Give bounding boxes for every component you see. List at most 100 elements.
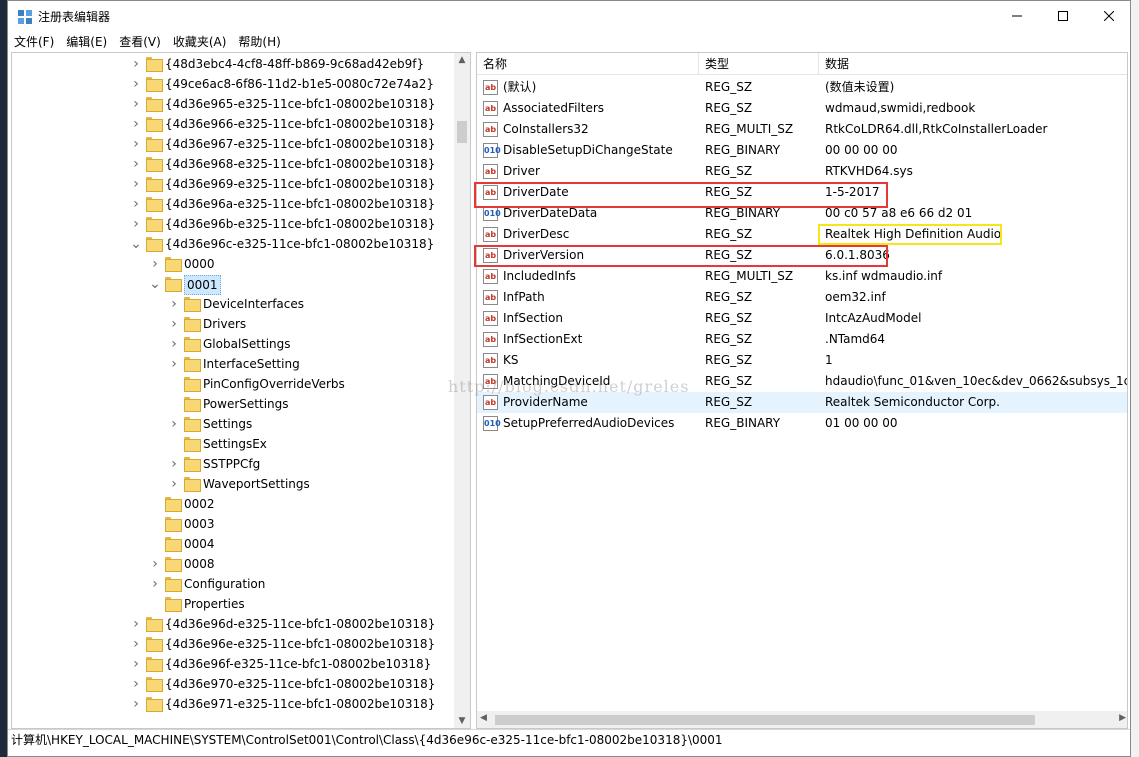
tree-node[interactable]: › 0008 bbox=[12, 554, 456, 574]
close-button[interactable] bbox=[1086, 1, 1132, 31]
chevron-right-icon[interactable]: › bbox=[149, 574, 161, 594]
value-row[interactable]: ab CoInstallers32 REG_MULTI_SZ RtkCoLDR64.d… bbox=[477, 119, 1127, 140]
menu-favorites[interactable]: 收藏夹(A) bbox=[167, 32, 233, 52]
scroll-right-icon[interactable]: ▶ bbox=[1119, 713, 1126, 723]
chevron-right-icon[interactable]: › bbox=[168, 334, 180, 354]
value-row[interactable]: ab InfPath REG_SZ oem32.inf bbox=[477, 287, 1127, 308]
tree-node[interactable]: 0003 bbox=[12, 514, 456, 534]
value-name: InfSectionExt bbox=[503, 332, 583, 346]
value-row[interactable]: ab AssociatedFilters REG_SZ wdmaud,swmidi,r… bbox=[477, 98, 1127, 119]
tree-node[interactable]: › {4d36e971-e325-11ce-bfc1-08002be10318} bbox=[12, 694, 456, 714]
chevron-right-icon[interactable]: › bbox=[130, 54, 142, 74]
value-row[interactable]: ab InfSection REG_SZ IntcAzAudModel bbox=[477, 308, 1127, 329]
folder-icon bbox=[146, 57, 163, 72]
tree-node[interactable]: › {4d36e96f-e325-11ce-bfc1-08002be10318} bbox=[12, 654, 456, 674]
title-bar[interactable]: 注册表编辑器 bbox=[8, 1, 1130, 32]
tree-node[interactable]: › {4d36e96a-e325-11ce-bfc1-08002be10318} bbox=[12, 194, 456, 214]
value-data: (数值未设置) bbox=[825, 80, 895, 94]
chevron-right-icon[interactable]: › bbox=[130, 674, 142, 694]
tree-node[interactable]: › {4d36e967-e325-11ce-bfc1-08002be10318} bbox=[12, 134, 456, 154]
scroll-down-icon[interactable]: ▼ bbox=[454, 716, 470, 726]
column-header-data[interactable]: 数据 bbox=[819, 53, 1127, 75]
column-header-name[interactable]: 名称 bbox=[477, 53, 699, 75]
tree-node[interactable]: › {48d3ebc4-4cf8-48ff-b869-9c68ad42eb9f} bbox=[12, 54, 456, 74]
menu-file[interactable]: 文件(F) bbox=[8, 32, 60, 52]
scroll-left-icon[interactable]: ◀ bbox=[480, 713, 487, 723]
chevron-right-icon[interactable]: › bbox=[130, 634, 142, 654]
tree-node[interactable]: › Drivers bbox=[12, 314, 456, 334]
scrollbar-thumb[interactable] bbox=[457, 121, 467, 143]
string-value-icon: ab bbox=[483, 80, 498, 95]
chevron-right-icon[interactable]: › bbox=[130, 74, 142, 94]
value-row[interactable]: 010 DisableSetupDiChangeState REG_BINARY 00… bbox=[477, 140, 1127, 161]
chevron-right-icon[interactable]: › bbox=[130, 614, 142, 634]
maximize-button[interactable] bbox=[1040, 1, 1086, 31]
chevron-right-icon[interactable]: › bbox=[130, 194, 142, 214]
value-row[interactable]: ab (默认) REG_SZ (数值未设置) bbox=[477, 77, 1127, 98]
chevron-right-icon[interactable]: › bbox=[168, 454, 180, 474]
chevron-right-icon[interactable]: › bbox=[130, 214, 142, 234]
menu-view[interactable]: 查看(V) bbox=[113, 32, 167, 52]
tree-node[interactable]: › {4d36e96d-e325-11ce-bfc1-08002be10318} bbox=[12, 614, 456, 634]
scrollbar-thumb[interactable] bbox=[495, 715, 1035, 725]
tree-node[interactable]: 0002 bbox=[12, 494, 456, 514]
value-name: KS bbox=[503, 353, 519, 367]
value-row[interactable]: ab InfSectionExt REG_SZ .NTamd64 bbox=[477, 329, 1127, 350]
chevron-right-icon[interactable]: › bbox=[130, 694, 142, 714]
chevron-right-icon[interactable]: › bbox=[130, 94, 142, 114]
value-row[interactable]: ab IncludedInfs REG_MULTI_SZ ks.inf wdmaudi… bbox=[477, 266, 1127, 287]
chevron-right-icon[interactable]: › bbox=[168, 294, 180, 314]
chevron-down-icon[interactable]: ⌄ bbox=[149, 274, 161, 294]
list-header: 名称 类型 数据 bbox=[477, 53, 1127, 75]
column-header-type[interactable]: 类型 bbox=[699, 53, 819, 75]
string-value-icon: ab bbox=[483, 269, 498, 284]
string-value-icon: ab bbox=[483, 332, 498, 347]
chevron-right-icon[interactable]: › bbox=[168, 474, 180, 494]
tree-node[interactable]: › 0000 bbox=[12, 254, 456, 274]
chevron-right-icon[interactable]: › bbox=[168, 314, 180, 334]
tree-node[interactable]: › {4d36e96e-e325-11ce-bfc1-08002be10318} bbox=[12, 634, 456, 654]
value-row[interactable]: ab DriverDesc REG_SZ Realtek High Definitio… bbox=[477, 224, 1127, 245]
tree-node[interactable]: › {4d36e970-e325-11ce-bfc1-08002be10318} bbox=[12, 674, 456, 694]
value-row[interactable]: 010 SetupPreferredAudioDevices REG_BINARY 0… bbox=[477, 413, 1127, 434]
scroll-up-icon[interactable]: ▲ bbox=[454, 55, 470, 65]
value-type: REG_SZ bbox=[705, 101, 753, 115]
chevron-right-icon[interactable]: › bbox=[130, 654, 142, 674]
value-row[interactable]: ab KS REG_SZ 1 bbox=[477, 350, 1127, 371]
tree-node[interactable]: SettingsEx bbox=[12, 434, 456, 454]
tree-node[interactable]: › {4d36e96b-e325-11ce-bfc1-08002be10318} bbox=[12, 214, 456, 234]
chevron-right-icon[interactable]: › bbox=[130, 154, 142, 174]
chevron-right-icon[interactable]: › bbox=[168, 414, 180, 434]
tree-node[interactable]: › InterfaceSetting bbox=[12, 354, 456, 374]
tree-node[interactable]: › GlobalSettings bbox=[12, 334, 456, 354]
tree-node[interactable]: › {49ce6ac8-6f86-11d2-b1e5-0080c72e74a2} bbox=[12, 74, 456, 94]
chevron-right-icon[interactable]: › bbox=[130, 114, 142, 134]
tree-node[interactable]: › Configuration bbox=[12, 574, 456, 594]
chevron-right-icon[interactable]: › bbox=[130, 174, 142, 194]
menu-edit[interactable]: 编辑(E) bbox=[60, 32, 113, 52]
tree-node[interactable]: › {4d36e966-e325-11ce-bfc1-08002be10318} bbox=[12, 114, 456, 134]
chevron-down-icon[interactable]: ⌄ bbox=[130, 234, 142, 254]
tree-node[interactable]: › Settings bbox=[12, 414, 456, 434]
minimize-button[interactable] bbox=[994, 1, 1040, 31]
tree-node[interactable]: › SSTPPCfg bbox=[12, 454, 456, 474]
tree-node[interactable]: PowerSettings bbox=[12, 394, 456, 414]
tree-node[interactable]: › {4d36e968-e325-11ce-bfc1-08002be10318} bbox=[12, 154, 456, 174]
menu-help[interactable]: 帮助(H) bbox=[232, 32, 286, 52]
tree-node-label: {4d36e965-e325-11ce-bfc1-08002be10318} bbox=[165, 97, 436, 111]
value-row[interactable]: ab Driver REG_SZ RTKVHD64.sys bbox=[477, 161, 1127, 182]
tree-node[interactable]: 0004 bbox=[12, 534, 456, 554]
tree-node[interactable]: Properties bbox=[12, 594, 456, 614]
chevron-right-icon[interactable]: › bbox=[168, 354, 180, 374]
chevron-right-icon[interactable]: › bbox=[149, 254, 161, 274]
tree-node[interactable]: PinConfigOverrideVerbs bbox=[12, 374, 456, 394]
tree-node[interactable]: › DeviceInterfaces bbox=[12, 294, 456, 314]
tree-node[interactable]: › {4d36e969-e325-11ce-bfc1-08002be10318} bbox=[12, 174, 456, 194]
tree-node[interactable]: › {4d36e965-e325-11ce-bfc1-08002be10318} bbox=[12, 94, 456, 114]
tree-node[interactable]: › WaveportSettings bbox=[12, 474, 456, 494]
chevron-right-icon[interactable]: › bbox=[149, 554, 161, 574]
tree-node[interactable]: ⌄ 0001 bbox=[12, 274, 456, 295]
tree-node[interactable]: ⌄ {4d36e96c-e325-11ce-bfc1-08002be10318} bbox=[12, 234, 456, 254]
chevron-right-icon[interactable]: › bbox=[130, 134, 142, 154]
values-horizontal-scrollbar[interactable]: ◀ ▶ bbox=[477, 711, 1127, 728]
